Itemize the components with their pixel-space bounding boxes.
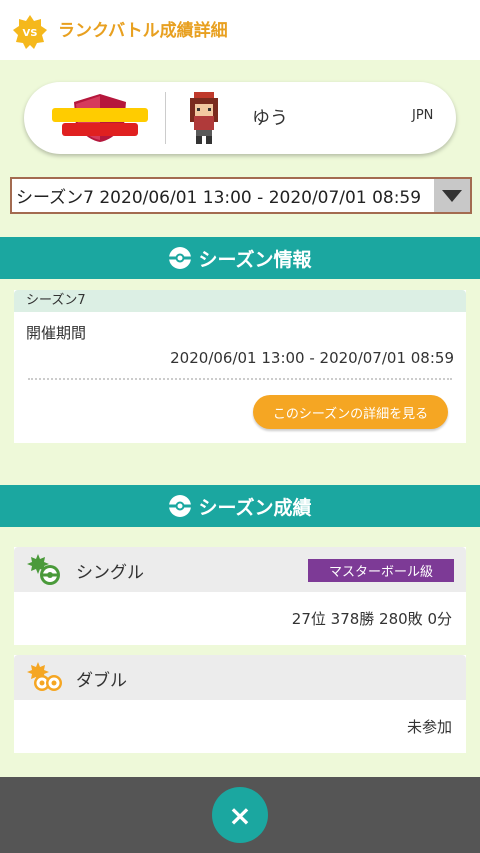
- season-select-value: シーズン7 2020/06/01 13:00 - 2020/07/01 08:5…: [16, 188, 422, 208]
- trainer-name: ゆう: [252, 108, 288, 129]
- app-header: VS ランクバトル成績詳細: [0, 0, 480, 60]
- footer-bar: ×: [0, 777, 480, 853]
- period-label: 開催期間: [26, 324, 87, 342]
- dropdown-arrow-icon[interactable]: [434, 179, 470, 212]
- single-battle-icon: [27, 554, 60, 585]
- trainer-avatar: [190, 92, 218, 144]
- single-title: シングル: [76, 563, 144, 583]
- season-info-title: シーズン情報: [198, 248, 312, 271]
- trainer-region: JPN: [412, 108, 434, 123]
- dotted-divider: [28, 378, 452, 380]
- single-result-body: 27位 378勝 280敗 0分: [14, 592, 466, 645]
- season-info-card: シーズン7 開催期間 2020/06/01 13:00 - 2020/07/01…: [14, 290, 466, 443]
- single-result-card: シングル マスターボール級 27位 378勝 280敗 0分: [14, 547, 466, 645]
- vs-badge-icon: VS: [13, 15, 47, 49]
- season-card-title: シーズン7: [14, 290, 466, 312]
- pokeball-icon: [169, 495, 192, 517]
- single-record: 27位 378勝 280敗 0分: [291, 610, 452, 628]
- double-record: 未参加: [406, 718, 452, 736]
- page-title: ランクバトル成績詳細: [58, 21, 228, 41]
- period-value: 2020/06/01 13:00 - 2020/07/01 08:59: [170, 349, 454, 367]
- vs-badge-text: VS: [23, 28, 38, 39]
- trainer-card: ゆう JPN: [24, 82, 456, 154]
- season-select[interactable]: シーズン7 2020/06/01 13:00 - 2020/07/01 08:5…: [10, 177, 472, 214]
- season-results-title: シーズン成績: [198, 496, 312, 519]
- pokemon-shield-logo: [52, 94, 148, 142]
- close-button[interactable]: ×: [212, 787, 268, 843]
- season-detail-button[interactable]: このシーズンの詳細を見る: [253, 395, 448, 429]
- close-icon: ×: [228, 798, 252, 832]
- single-result-header: シングル マスターボール級: [14, 547, 466, 592]
- rank-badge: マスターボール級: [308, 559, 454, 582]
- card-divider: [165, 92, 166, 144]
- season-info-header: シーズン情報: [0, 237, 480, 279]
- double-result-body: 未参加: [14, 700, 466, 753]
- season-results-header: シーズン成績: [0, 485, 480, 527]
- double-battle-icon: [27, 662, 62, 691]
- pokeball-icon: [169, 247, 192, 269]
- double-title: ダブル: [76, 671, 127, 691]
- double-result-card: ダブル 未参加: [14, 655, 466, 753]
- double-result-header: ダブル: [14, 655, 466, 700]
